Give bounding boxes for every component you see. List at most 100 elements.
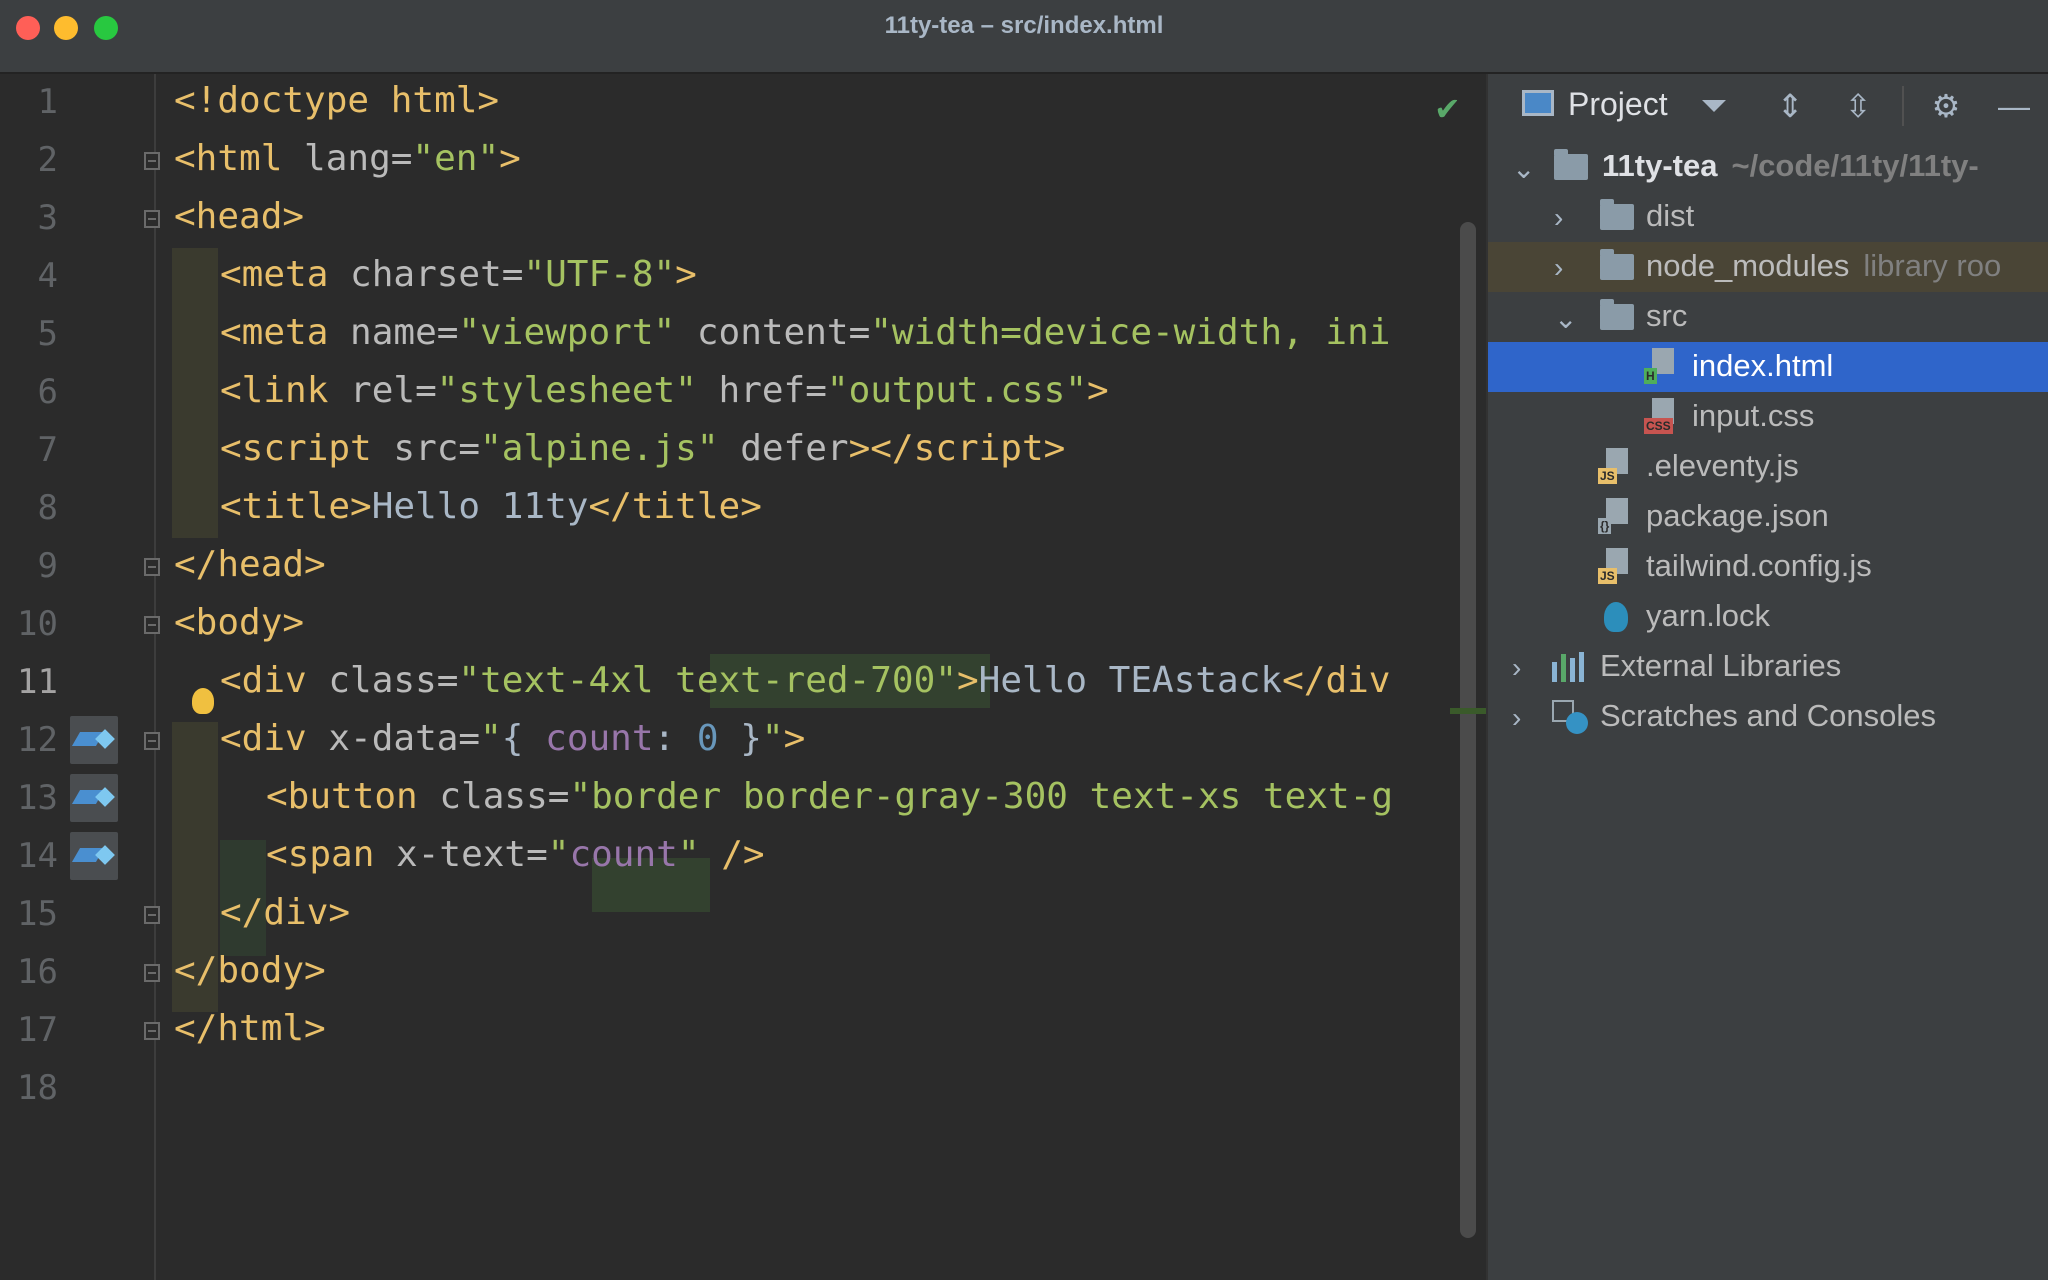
code-line[interactable]: 8 <title>Hello 11ty</title> [0,480,1486,538]
tree-item-node-modules[interactable]: › node_modules library roo [1488,242,2048,292]
fold-marker[interactable] [144,558,160,576]
chevron-down-icon[interactable]: ⌄ [1554,302,1577,335]
code-line[interactable]: 13 <button class="border border-gray-300… [0,770,1486,828]
tree-item-root[interactable]: ⌄ 11ty-tea ~/code/11ty/11ty- [1488,142,2048,192]
js-file-icon: JS [1598,448,1634,486]
tree-item-label: tailwind.config.js [1646,548,1872,583]
tree-item-tailwind-config[interactable]: JS tailwind.config.js [1488,542,2048,592]
tree-item-eleventy[interactable]: JS .eleventy.js [1488,442,2048,492]
fold-marker[interactable] [144,210,160,228]
line-code: <div x-data="{ count: 0 }"> [220,718,806,759]
tree-item-package-json[interactable]: {} package.json [1488,492,2048,542]
code-line[interactable]: 12 <div x-data="{ count: 0 }"> [0,712,1486,770]
line-code: <script src="alpine.js" defer></script> [220,428,1066,469]
fold-marker[interactable] [144,964,160,982]
tree-item-label: Scratches and Consoles [1600,698,1937,733]
js-file-icon: JS [1598,548,1634,586]
window-title: 11ty-tea – src/index.html [884,12,1164,39]
alpine-icon[interactable] [70,774,118,822]
tree-item-label: yarn.lock [1646,598,1771,633]
line-number: 10 [17,604,58,644]
project-panel: Project ⇕ ⇳ ⚙ — ⌄ 11ty-tea ~/code/11ty/11… [1486,74,2048,1280]
code-line[interactable]: 7 <script src="alpine.js" defer></script… [0,422,1486,480]
tree-item-scratches[interactable]: › Scratches and Consoles [1488,692,2048,742]
code-line[interactable]: 1 <!doctype html> [0,74,1486,132]
gear-icon[interactable]: ⚙ [1926,86,1966,126]
code-line-current[interactable]: 11 <div class="text-4xl text-red-700">He… [0,654,1486,712]
hide-panel-icon[interactable]: — [1994,86,2034,126]
tree-item-label: node_modules library roo [1646,248,2002,283]
expand-all-icon[interactable]: ⇕ [1770,86,1810,126]
line-number: 18 [17,1068,58,1108]
panel-title[interactable]: Project [1568,86,1668,123]
chevron-down-icon[interactable]: ⌄ [1512,152,1535,185]
fold-marker[interactable] [144,616,160,634]
collapse-all-icon[interactable]: ⇳ [1838,86,1878,126]
tree-item-hint: library roo [1863,248,2002,283]
line-number: 12 [17,720,58,760]
chevron-right-icon[interactable]: › [1512,652,1521,684]
line-code: <!doctype html> [174,80,500,121]
line-code: </head> [174,544,326,585]
tree-item-dist[interactable]: › dist [1488,192,2048,242]
project-window-icon [1522,90,1554,116]
fold-marker[interactable] [144,732,160,750]
line-number: 8 [37,488,58,528]
line-code: <span x-text="count" /> [266,834,765,875]
code-line[interactable]: 4 <meta charset="UTF-8"> [0,248,1486,306]
chevron-right-icon[interactable]: › [1512,702,1521,734]
tree-item-external-libraries[interactable]: › External Libraries [1488,642,2048,692]
code-line[interactable]: 10 <body> [0,596,1486,654]
tree-item-label: input.css [1692,398,1815,433]
tree-item-label: External Libraries [1600,648,1842,683]
fold-marker[interactable] [144,152,160,170]
line-code: </body> [174,950,326,991]
chevron-right-icon[interactable]: › [1554,202,1563,234]
folder-icon [1554,149,1588,180]
line-number: 13 [17,778,58,818]
editor-scrollbar[interactable] [1460,222,1476,1238]
scroll-marker [1450,708,1486,714]
lightbulb-icon[interactable] [192,688,214,714]
code-editor[interactable]: 1 <!doctype html> 2 <html lang="en"> 3 <… [0,74,1486,1280]
tree-item-label: src [1646,298,1688,333]
code-line[interactable]: 5 <meta name="viewport" content="width=d… [0,306,1486,364]
tree-item-label: index.html [1692,348,1834,383]
code-line[interactable]: 14 <span x-text="count" /> [0,828,1486,886]
folder-icon [1600,199,1634,230]
line-code: <button class="border border-gray-300 te… [266,776,1394,817]
tree-item-path: ~/code/11ty/11ty- [1731,148,1979,183]
alpine-icon[interactable] [70,832,118,880]
line-number: 4 [37,256,58,296]
html-file-icon: H [1644,348,1680,386]
tree-item-src[interactable]: ⌄ src [1488,292,2048,342]
code-line[interactable]: 15 </div> [0,886,1486,944]
line-code: <meta name="viewport" content="width=dev… [220,312,1391,353]
chevron-right-icon[interactable]: › [1554,252,1563,284]
chevron-down-icon[interactable] [1702,100,1726,112]
inspection-ok-icon[interactable]: ✔ [1434,90,1461,128]
line-number: 16 [17,952,58,992]
fold-marker[interactable] [144,906,160,924]
code-line[interactable]: 6 <link rel="stylesheet" href="output.cs… [0,364,1486,422]
tree-item-index-html[interactable]: H index.html [1488,342,2048,392]
code-line[interactable]: 18 [0,1060,1486,1118]
line-code: <html lang="en"> [174,138,521,179]
alpine-icon[interactable] [70,716,118,764]
toolbar-divider [1902,86,1904,126]
line-code: </html> [174,1008,326,1049]
code-line[interactable]: 9 </head> [0,538,1486,596]
code-line[interactable]: 3 <head> [0,190,1486,248]
code-line[interactable]: 16 </body> [0,944,1486,1002]
code-line[interactable]: 17 </html> [0,1002,1486,1060]
line-number: 5 [37,314,58,354]
line-number: 17 [17,1010,58,1050]
fold-marker[interactable] [144,1022,160,1040]
line-number: 6 [37,372,58,412]
line-code: <meta charset="UTF-8"> [220,254,697,295]
tree-item-yarn-lock[interactable]: yarn.lock [1488,592,2048,642]
tree-item-input-css[interactable]: CSS input.css [1488,392,2048,442]
code-line[interactable]: 2 <html lang="en"> [0,132,1486,190]
tree-item-label: package.json [1646,498,1829,533]
library-icon [1552,652,1588,682]
